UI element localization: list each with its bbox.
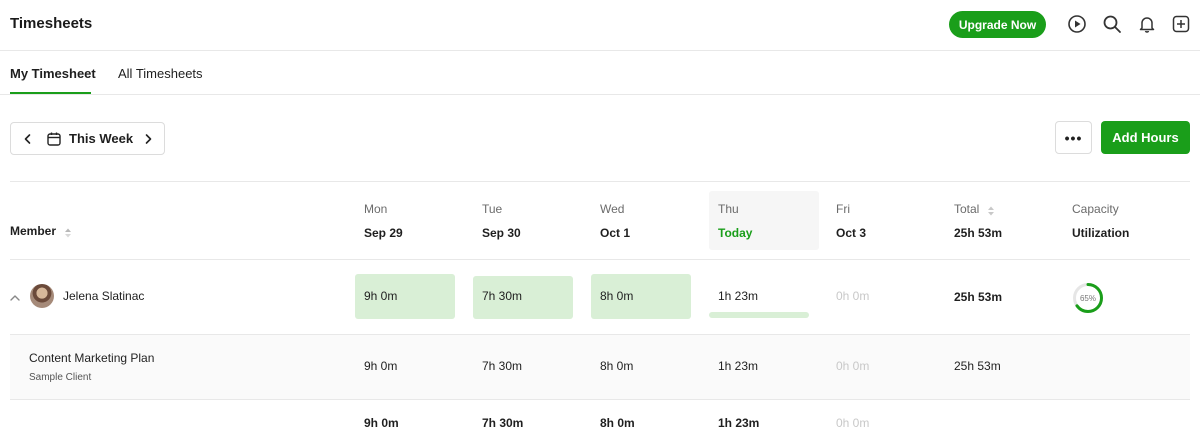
total-hours-thu: 1h 23m bbox=[718, 416, 760, 430]
plus-square-icon[interactable] bbox=[1170, 13, 1192, 35]
total-hours-header: 25h 53m bbox=[954, 226, 1003, 240]
member-hours-wed: 8h 0m bbox=[600, 289, 634, 303]
utilization-percent: 65% bbox=[1079, 293, 1096, 303]
sort-icon[interactable] bbox=[64, 225, 72, 238]
tab-my-timesheet[interactable]: My Timesheet bbox=[10, 66, 96, 81]
header-date-mon: Sep 29 bbox=[364, 226, 403, 240]
project-hours-fri[interactable]: 0h 0m bbox=[836, 359, 869, 373]
upgrade-now-button[interactable]: Upgrade Now bbox=[949, 11, 1046, 38]
project-total-hours: 25h 53m bbox=[954, 359, 1001, 373]
tab-bar: My Timesheet All Timesheets bbox=[0, 51, 1200, 95]
member-column-header[interactable]: Member bbox=[10, 224, 56, 238]
header-date-fri: Oct 3 bbox=[836, 226, 867, 240]
header-day-wed: Wed bbox=[600, 202, 625, 216]
project-name[interactable]: Content Marketing Plan bbox=[29, 351, 154, 365]
header-date-tue: Sep 30 bbox=[482, 226, 521, 240]
project-hours-tue[interactable]: 7h 30m bbox=[482, 359, 522, 373]
week-label[interactable]: This Week bbox=[69, 131, 133, 146]
today-column-highlight bbox=[709, 191, 819, 250]
header-day-mon: Mon bbox=[364, 202, 388, 216]
project-client: Sample Client bbox=[29, 372, 92, 383]
add-hours-button[interactable]: Add Hours bbox=[1101, 121, 1190, 154]
tab-all-timesheets[interactable]: All Timesheets bbox=[118, 66, 203, 81]
avatar bbox=[30, 284, 54, 308]
capacity-header: Capacity bbox=[1072, 202, 1119, 216]
header-divider bbox=[10, 259, 1190, 260]
project-hours-wed[interactable]: 8h 0m bbox=[600, 359, 633, 373]
header-day-fri: Fri bbox=[836, 202, 850, 216]
total-hours-mon: 9h 0m bbox=[364, 416, 399, 430]
previous-week-chevron-left-icon[interactable] bbox=[20, 131, 36, 147]
header-date-wed: Oct 1 bbox=[600, 226, 631, 240]
header-date-today: Today bbox=[718, 226, 753, 240]
table-top-divider bbox=[10, 181, 1190, 182]
total-sort-icon[interactable] bbox=[987, 203, 995, 216]
total-hours-fri: 0h 0m bbox=[836, 416, 870, 430]
utilization-header: Utilization bbox=[1072, 226, 1130, 240]
bell-icon[interactable] bbox=[1136, 13, 1158, 35]
search-icon[interactable] bbox=[1101, 13, 1123, 35]
app-header: Timesheets Upgrade Now bbox=[0, 0, 1200, 51]
week-picker: This Week bbox=[10, 122, 165, 155]
next-week-chevron-right-icon[interactable] bbox=[140, 131, 156, 147]
active-tab-indicator bbox=[10, 92, 91, 94]
total-column-header[interactable]: Total bbox=[954, 202, 979, 216]
project-hours-thu[interactable]: 1h 23m bbox=[718, 359, 758, 373]
member-hours-thu[interactable]: 1h 23m bbox=[718, 289, 758, 303]
today-progress-bar bbox=[709, 312, 809, 318]
member-total-hours: 25h 53m bbox=[954, 290, 1003, 304]
calendar-icon[interactable] bbox=[46, 131, 62, 147]
header-day-tue: Tue bbox=[482, 202, 503, 216]
more-options-button[interactable]: ••• bbox=[1055, 121, 1092, 154]
member-hours-mon: 9h 0m bbox=[364, 289, 398, 303]
row-divider bbox=[10, 399, 1190, 400]
total-hours-tue: 7h 30m bbox=[482, 416, 524, 430]
member-hours-tue: 7h 30m bbox=[482, 289, 523, 303]
total-hours-wed: 8h 0m bbox=[600, 416, 635, 430]
member-hours-fri[interactable]: 0h 0m bbox=[836, 289, 869, 303]
member-name[interactable]: Jelena Slatinac bbox=[63, 289, 144, 303]
header-day-thu: Thu bbox=[718, 202, 739, 216]
play-circle-icon[interactable] bbox=[1066, 13, 1088, 35]
collapse-chevron-up-icon[interactable] bbox=[9, 291, 21, 303]
page-title: Timesheets bbox=[10, 15, 93, 32]
project-hours-mon[interactable]: 9h 0m bbox=[364, 359, 397, 373]
